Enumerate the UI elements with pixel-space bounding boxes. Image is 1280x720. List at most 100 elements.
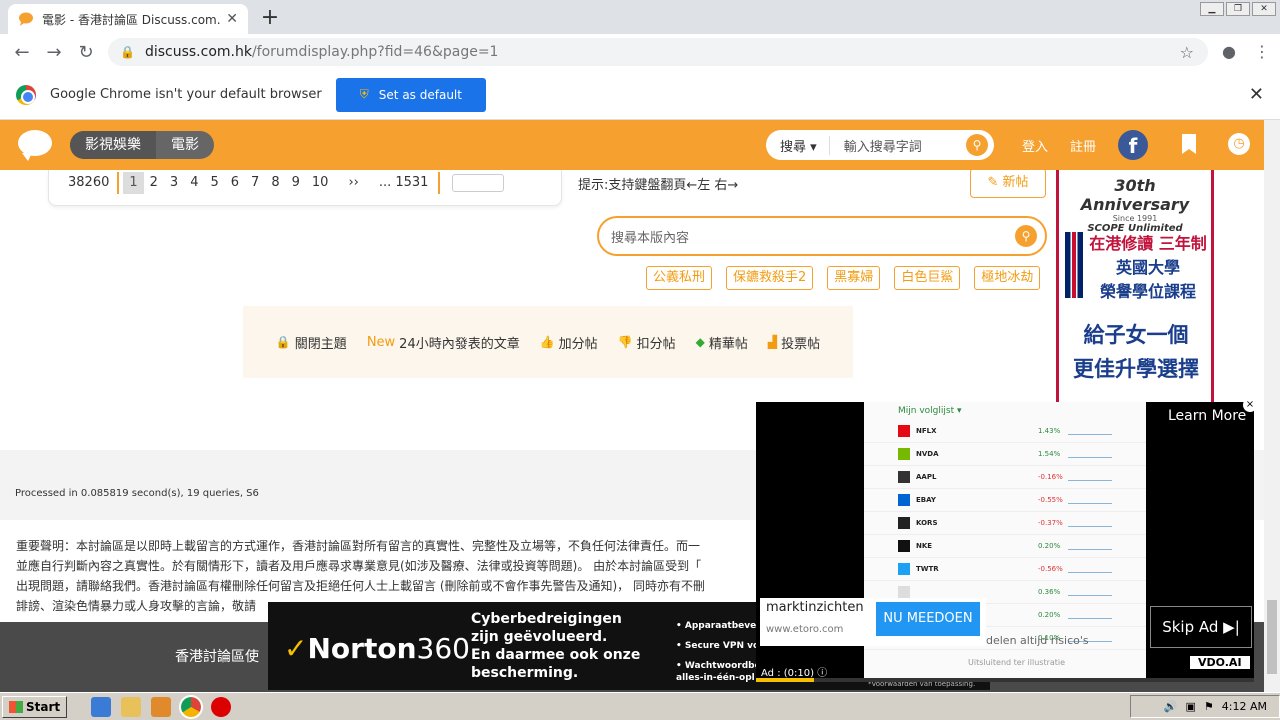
filter-digest[interactable]: ◆ 精華帖 — [696, 333, 748, 352]
video-ad-player[interactable]: Mijn volglijst ▾ NFLX 1.43% NVDA 1.54% AAPL -… — [756, 398, 1257, 682]
window-controls: ▁ ❐ ✕ — [1200, 2, 1276, 16]
filter-closed[interactable]: 🔒 關閉主題 — [276, 333, 347, 352]
thumbs-down-icon: 👎 — [617, 335, 633, 349]
maximize-icon[interactable]: ❐ — [1226, 2, 1250, 16]
tag-link[interactable]: 保鑣救殺手2 — [726, 266, 814, 290]
stock-logo-icon — [898, 494, 910, 506]
page-link[interactable]: 10 — [306, 172, 343, 194]
filter-minus[interactable]: 👎 扣分帖 — [618, 333, 676, 352]
keyboard-tip: 提示:支持鍵盤翻頁←左 右→ — [578, 178, 739, 193]
norton-features: • Apparaatbeveili • Secure VPN voo • Wac… — [676, 621, 766, 683]
address-bar[interactable]: 🔒 discuss.com.hk/forumdisplay.php?fid=46… — [108, 38, 1208, 66]
ad-tagline: 給子女一個 更佳升學選擇 — [1073, 323, 1199, 381]
media-player-icon[interactable] — [151, 696, 172, 717]
tab-active[interactable]: 電影 - 香港討論區 Discuss.com.hk - ✕ — [8, 4, 248, 34]
infobar-text: Google Chrome isn't your default browser — [50, 87, 322, 102]
menu-icon[interactable]: ⋮ — [1254, 42, 1270, 61]
login-link[interactable]: 登入 — [1022, 136, 1048, 155]
page-scrollbar[interactable] — [1264, 120, 1280, 692]
profile-icon[interactable]: ● — [1222, 42, 1236, 61]
discuss-favicon-icon — [19, 12, 33, 26]
start-button[interactable]: Start — [2, 695, 68, 718]
new-tab-icon[interactable]: + — [258, 5, 282, 30]
etoro-cta-button[interactable]: NU MEEDOEN — [876, 602, 980, 636]
page-link[interactable]: 6 — [225, 172, 245, 194]
clock-time[interactable]: 4:12 AM — [1222, 700, 1267, 713]
page-link[interactable]: 9 — [286, 172, 306, 194]
chrome-taskbar-icon[interactable] — [179, 694, 204, 719]
filter-recent[interactable]: New 24小時內發表的文章 — [367, 333, 520, 352]
board-search-icon[interactable]: ⚲ — [1015, 225, 1037, 247]
stock-row: NFLX 1.43% — [864, 420, 1146, 443]
video-close-icon[interactable]: × — [1243, 398, 1257, 412]
stock-change: 0.20% — [1038, 542, 1061, 550]
vdo-logo: VDO.AI — [1190, 656, 1250, 669]
back-icon[interactable]: ← — [6, 42, 38, 63]
filter-poll[interactable]: ▟ 投票帖 — [768, 333, 820, 352]
category-primary[interactable]: 影視娛樂 — [70, 131, 156, 159]
stock-change: 1.43% — [1038, 427, 1061, 435]
ie-icon[interactable] — [91, 696, 112, 717]
etoro-url: www.etoro.com — [766, 624, 844, 635]
next-page-link[interactable]: ›› — [342, 172, 372, 194]
site-search: 搜尋 ▾ 輸入搜尋字詞 ⚲ — [766, 130, 994, 160]
stock-change: -0.16% — [1038, 473, 1063, 481]
network-icon[interactable]: ▣ — [1186, 700, 1196, 713]
ad-anniversary: 30th Anniversary — [1080, 176, 1190, 214]
category-secondary[interactable]: 電影 — [156, 131, 214, 159]
lock-icon: 🔒 — [120, 45, 135, 59]
auth-links: 登入 註冊 — [1022, 136, 1096, 155]
tag-link[interactable]: 極地冰劫 — [974, 266, 1041, 290]
page-link[interactable]: 8 — [265, 172, 285, 194]
bookmark-icon[interactable] — [1182, 134, 1196, 154]
site-search-input[interactable]: 輸入搜尋字詞 — [830, 136, 966, 155]
site-logo-icon[interactable] — [18, 130, 52, 161]
skip-ad-button[interactable]: Skip Ad ▶| — [1150, 606, 1252, 648]
page-link[interactable]: 5 — [204, 172, 224, 194]
explorer-folder-icon[interactable] — [121, 696, 142, 717]
sparkline — [1068, 450, 1112, 458]
stock-row: EBAY -0.55% — [864, 489, 1146, 512]
etoro-card[interactable]: marktinzichten www.etoro.com NU MEEDOEN — [760, 598, 986, 646]
norton-logo: ✓Norton360 — [284, 632, 470, 665]
facebook-icon[interactable]: f — [1118, 130, 1148, 160]
side-ad-banner[interactable]: 30th Anniversary Since 1991 SCOPE Unlimi… — [1056, 170, 1214, 402]
stock-row: AAPL -0.16% — [864, 466, 1146, 489]
last-page-link[interactable]: ... 1531 — [373, 172, 441, 194]
page-link[interactable]: 2 — [144, 172, 164, 194]
page-link[interactable]: 7 — [245, 172, 265, 194]
overlay-text-2: Uitsluitend ter illustratie — [968, 658, 1066, 667]
reload-icon[interactable]: ↻ — [70, 42, 102, 63]
sparkline — [1068, 565, 1112, 573]
page-jump-input[interactable] — [452, 174, 505, 192]
register-link[interactable]: 註冊 — [1070, 136, 1096, 155]
tag-link[interactable]: 白色巨鯊 — [894, 266, 961, 290]
page-link[interactable]: 4 — [184, 172, 204, 194]
minimize-icon[interactable]: ▁ — [1200, 2, 1224, 16]
search-icon[interactable]: ⚲ — [966, 134, 988, 156]
tag-link[interactable]: 黑寡婦 — [827, 266, 881, 290]
filter-plus[interactable]: 👍 加分帖 — [540, 333, 598, 352]
close-window-icon[interactable]: ✕ — [1252, 2, 1276, 16]
scrollbar-thumb[interactable] — [1267, 600, 1277, 674]
learn-more-link[interactable]: Learn More — [1168, 408, 1246, 424]
antivirus-icon[interactable] — [211, 696, 232, 717]
page-link[interactable]: 3 — [164, 172, 184, 194]
flag-icon[interactable]: ⚑ — [1204, 700, 1214, 713]
stock-change: -0.55% — [1038, 496, 1063, 504]
page-link[interactable]: 1 — [123, 172, 144, 194]
stock-row: TWTR -0.56% — [864, 558, 1146, 581]
board-search-placeholder: 搜尋本版內容 — [611, 230, 690, 246]
infobar-close-icon[interactable]: ✕ — [1249, 84, 1264, 105]
volume-icon[interactable]: 🔊 — [1164, 700, 1178, 713]
sparkline — [1068, 496, 1112, 504]
board-search-input[interactable]: 搜尋本版內容 ⚲ — [597, 216, 1047, 256]
tab-close-icon[interactable]: ✕ — [226, 11, 238, 27]
history-clock-icon[interactable]: ◷ — [1228, 133, 1250, 155]
bookmark-star-icon[interactable]: ☆ — [1180, 43, 1194, 62]
tag-link[interactable]: 公義私刑 — [646, 266, 713, 290]
forward-icon[interactable]: → — [38, 42, 70, 63]
set-as-default-button[interactable]: ⛨ Set as default — [335, 77, 486, 112]
new-post-button[interactable]: ✎ 新帖 — [970, 168, 1046, 198]
search-scope-select[interactable]: 搜尋 ▾ — [766, 135, 830, 155]
